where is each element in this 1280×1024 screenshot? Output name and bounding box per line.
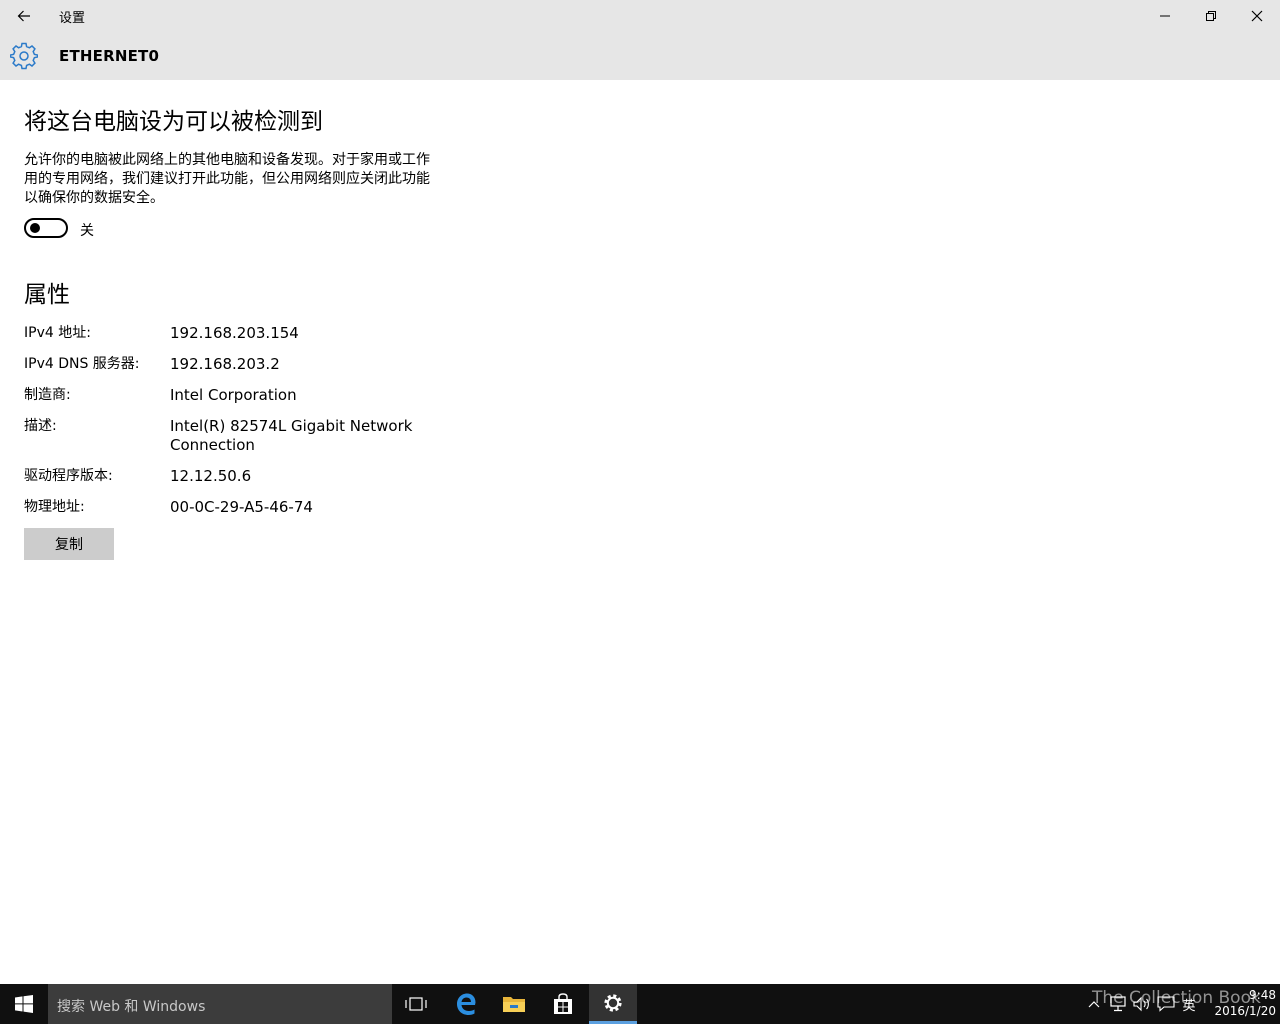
- ipv4-address-value: 192.168.203.154: [170, 324, 299, 342]
- description-line: 以确保你的数据安全。: [24, 190, 164, 206]
- ipv4-address-label: IPv4 地址:: [24, 325, 91, 341]
- search-box[interactable]: 搜索 Web 和 Windows: [48, 984, 392, 1024]
- discoverable-description: 允许你的电脑被此网络上的其他电脑和设备发现。对于家用或工作 用的专用网络，我们建…: [24, 151, 464, 208]
- network-icon: [1110, 996, 1126, 1012]
- description-value-line: Intel(R) 82574L Gigabit Network: [170, 417, 413, 435]
- taskbar: 搜索 Web 和 Windows The Collection Book 英 9…: [0, 984, 1280, 1024]
- clock-date: 2016/1/20: [1214, 1004, 1276, 1018]
- clock-time: 9:48: [1249, 988, 1276, 1002]
- copy-button[interactable]: 复制: [24, 528, 114, 560]
- description-line: 允许你的电脑被此网络上的其他电脑和设备发现。对于家用或工作: [24, 152, 430, 168]
- ipv4-dns-label: IPv4 DNS 服务器:: [24, 356, 140, 372]
- toggle-state-label: 关: [80, 223, 94, 239]
- store-icon: [554, 993, 572, 1014]
- description-line: 用的专用网络，我们建议打开此功能，但公用网络则应关闭此功能: [24, 171, 430, 187]
- driver-version-value: 12.12.50.6: [170, 467, 252, 485]
- windows-logo-icon: [15, 995, 33, 1013]
- physical-address-value: 00-0C-29-A5-46-74: [170, 498, 313, 516]
- gear-icon: [10, 42, 38, 70]
- manufacturer-label: 制造商:: [24, 387, 71, 403]
- page-title: ETHERNET0: [59, 47, 160, 65]
- store-button[interactable]: [539, 984, 587, 1024]
- toggle-knob: [30, 223, 40, 233]
- title-bar: 设置: [0, 0, 1280, 32]
- clock[interactable]: 9:48 2016/1/20: [1200, 987, 1276, 1019]
- settings-app-icon: [604, 993, 622, 1012]
- minimize-icon: [1160, 15, 1170, 17]
- close-icon: [1251, 10, 1263, 22]
- file-explorer-icon: [503, 997, 525, 1012]
- discoverable-title: 将这台电脑设为可以被检测到: [24, 109, 323, 135]
- ipv4-dns-value: 192.168.203.2: [170, 355, 280, 373]
- edge-button[interactable]: [442, 984, 490, 1024]
- chevron-up-icon: [1088, 1001, 1100, 1008]
- close-button[interactable]: [1234, 0, 1280, 32]
- physical-address-label: 物理地址:: [24, 499, 85, 515]
- restore-icon: [1206, 11, 1216, 21]
- properties-title: 属性: [24, 282, 70, 308]
- settings-app-button[interactable]: [589, 984, 637, 1024]
- file-explorer-button[interactable]: [490, 984, 538, 1024]
- notification-tray-button[interactable]: [1154, 984, 1178, 1024]
- volume-tray-button[interactable]: [1130, 984, 1154, 1024]
- network-tray-button[interactable]: [1106, 984, 1130, 1024]
- discoverable-toggle[interactable]: [24, 218, 68, 238]
- volume-icon: [1133, 996, 1149, 1012]
- description-label: 描述:: [24, 418, 57, 434]
- task-view-button[interactable]: [392, 984, 440, 1024]
- description-value: Intel(R) 82574L Gigabit Network Connecti…: [170, 417, 430, 455]
- edge-browser-icon: [457, 993, 476, 1015]
- ime-indicator[interactable]: 英: [1178, 984, 1200, 1024]
- start-button[interactable]: [0, 984, 48, 1024]
- tray-expand-button[interactable]: [1084, 984, 1104, 1024]
- app-title: 设置: [59, 11, 86, 26]
- restore-button[interactable]: [1188, 0, 1234, 32]
- search-placeholder: 搜索 Web 和 Windows: [57, 999, 206, 1015]
- back-arrow-icon: [17, 10, 30, 22]
- description-value-line: Connection: [170, 436, 255, 454]
- action-center-icon: [1157, 996, 1175, 1012]
- driver-version-label: 驱动程序版本:: [24, 468, 113, 484]
- manufacturer-value: Intel Corporation: [170, 386, 297, 404]
- page-header: ETHERNET0: [0, 32, 1280, 80]
- task-view-icon: [405, 997, 427, 1011]
- back-button[interactable]: [0, 0, 48, 32]
- minimize-button[interactable]: [1142, 0, 1188, 32]
